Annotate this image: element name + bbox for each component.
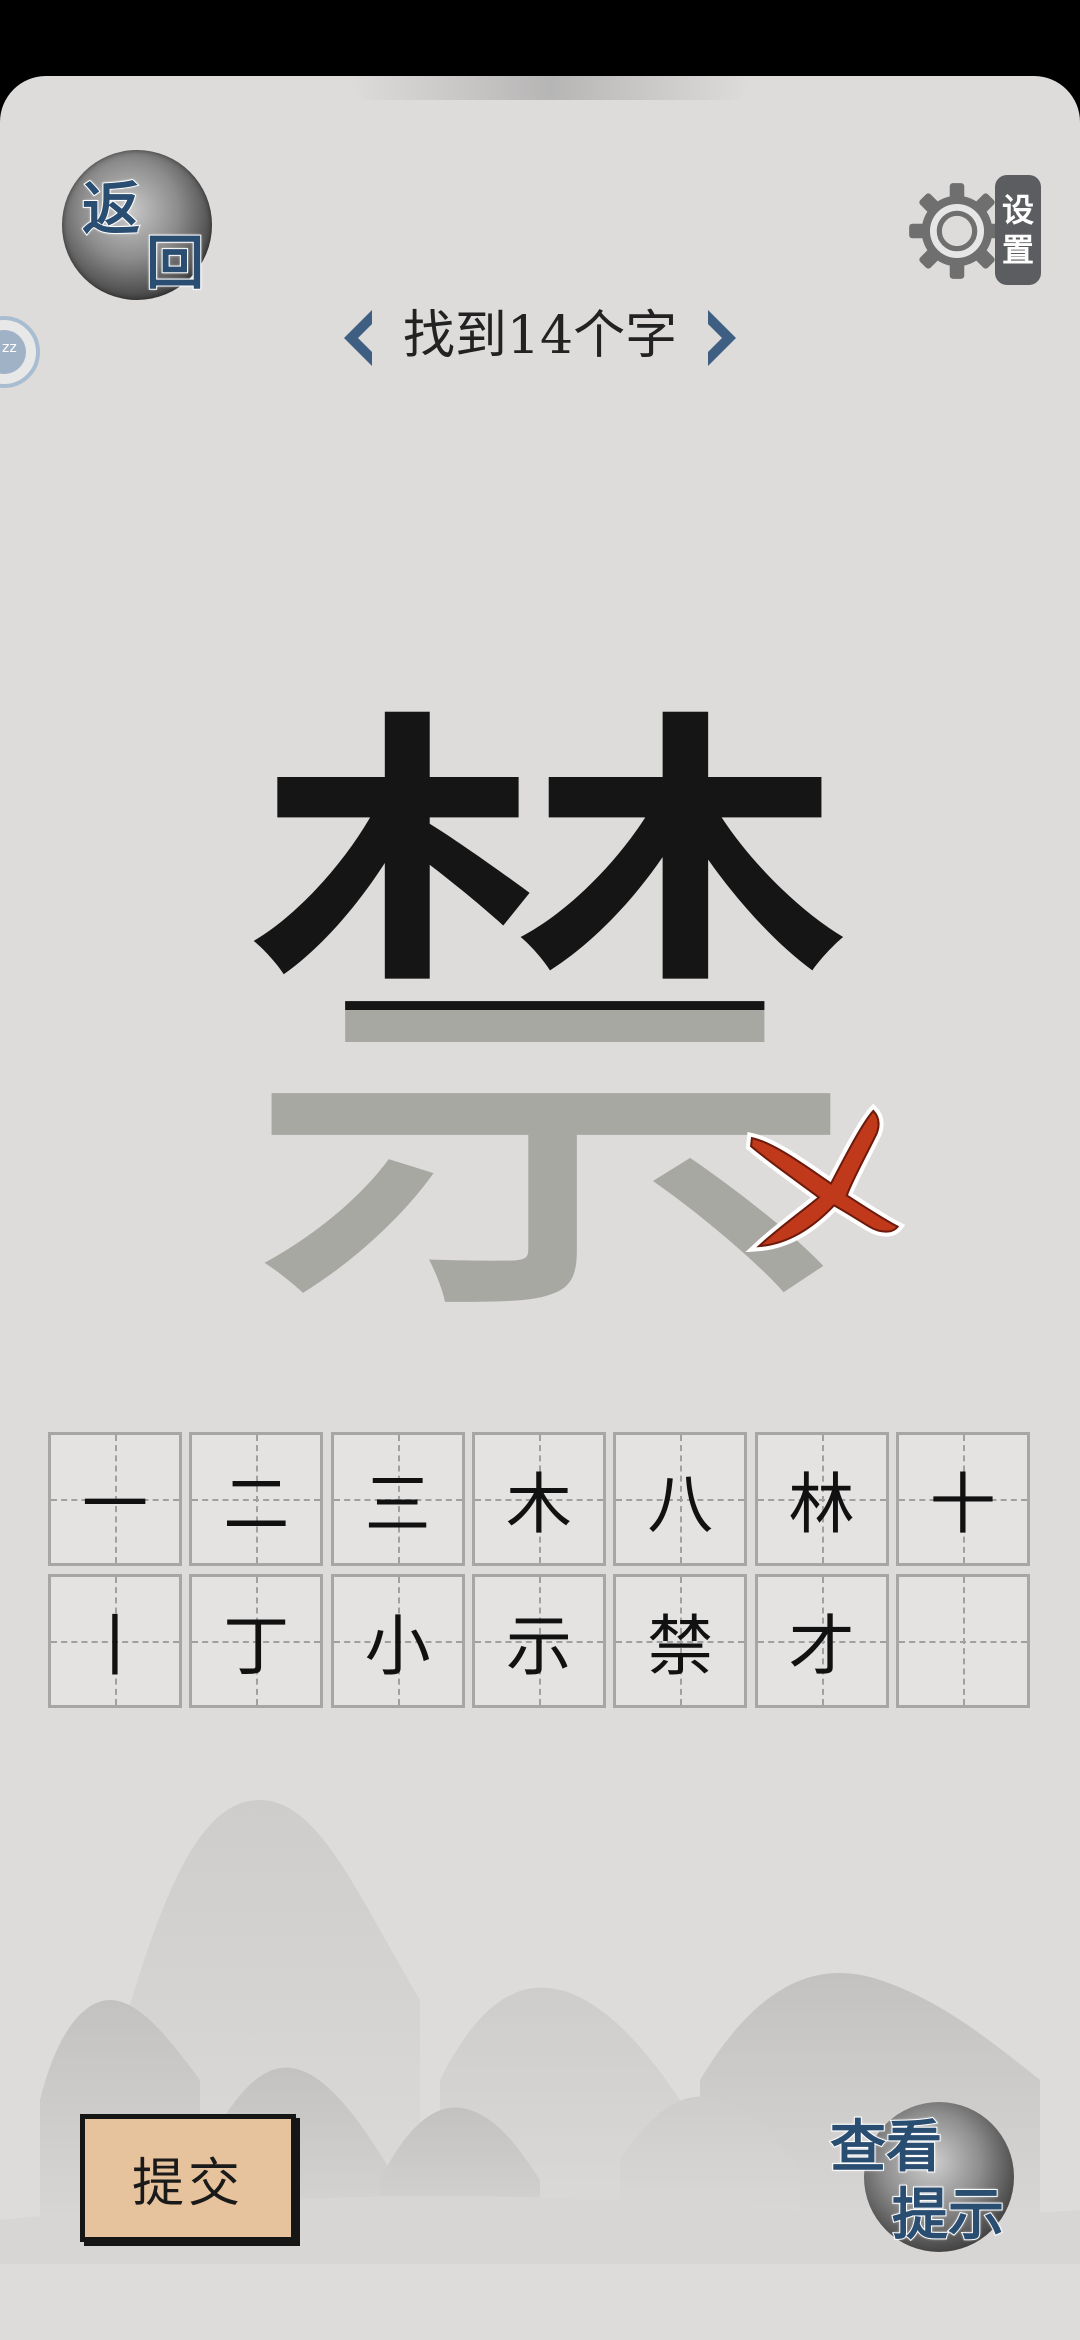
character-cell[interactable]: 八	[613, 1432, 748, 1566]
cell-character: 木	[505, 1466, 572, 1543]
character-cell[interactable]: 二	[189, 1432, 324, 1566]
back-label-bottom: 回	[145, 228, 205, 298]
cell-character: 示	[505, 1608, 572, 1685]
assistant-zz-text: zz	[2, 340, 17, 356]
cell-character: 八	[647, 1466, 714, 1543]
chevron-left-icon[interactable]	[340, 308, 376, 368]
task-header: 找到14个字	[340, 296, 740, 376]
cell-character	[899, 1577, 1027, 1705]
cell-character: 三	[364, 1466, 431, 1543]
view-hint-button[interactable]: 查看 提示	[829, 2100, 1030, 2260]
gear-icon	[909, 183, 1005, 279]
settings-tag: 设 置	[995, 175, 1041, 285]
cell-character: 禁	[647, 1608, 714, 1685]
settings-label-top: 设	[1001, 191, 1034, 229]
cell-character: 林	[788, 1466, 855, 1543]
task-title: 找到14个字	[402, 306, 678, 366]
floating-assistant-bubble[interactable]: zz	[0, 316, 40, 388]
character-cell[interactable]: 小	[330, 1574, 465, 1708]
cell-character: 丨	[82, 1608, 148, 1685]
character-cell[interactable]: 林	[754, 1432, 889, 1566]
cell-character: 一	[82, 1466, 148, 1543]
character-cell[interactable]: 示	[471, 1574, 606, 1708]
back-label-top: 返	[81, 174, 141, 244]
submit-button[interactable]: 提交	[80, 2114, 296, 2242]
settings-label-bottom: 置	[1001, 231, 1034, 269]
cell-character: 才	[788, 1608, 855, 1685]
game-panel: 返 回 设 置 zz 找到14个字 禁 禁 一 二 三 木 八 林 十 丨 丁 …	[0, 76, 1080, 2340]
settings-button[interactable]: 设 置	[905, 175, 1041, 287]
character-cell[interactable]: 丁	[189, 1574, 324, 1708]
chevron-right-icon[interactable]	[704, 308, 740, 368]
character-cell[interactable]: 十	[895, 1432, 1030, 1566]
cell-character: 丁	[223, 1608, 290, 1685]
character-cell[interactable]: 三	[330, 1432, 465, 1566]
top-shade	[350, 76, 750, 100]
hint-label-bottom: 提示	[891, 2181, 1005, 2249]
character-cell[interactable]: 才	[754, 1574, 889, 1708]
cell-character: 二	[223, 1466, 290, 1543]
game-screen: 返 回 设 置 zz 找到14个字 禁 禁 一 二 三 木 八 林 十 丨 丁 …	[0, 0, 1080, 2340]
found-characters-grid: 一二三木八林十丨丁小示禁才	[48, 1432, 1032, 1708]
cell-character: 小	[364, 1608, 431, 1685]
character-cell[interactable]: 丨	[48, 1574, 182, 1708]
wrong-x-icon	[745, 1103, 905, 1252]
character-cell[interactable]: 一	[48, 1432, 182, 1566]
character-cell[interactable]: 禁	[613, 1574, 748, 1708]
back-button[interactable]: 返 回	[62, 150, 212, 300]
character-cell[interactable]: 木	[471, 1432, 606, 1566]
character-cell	[895, 1574, 1030, 1708]
cell-character: 十	[929, 1466, 996, 1543]
submit-label: 提交	[131, 2153, 244, 2214]
